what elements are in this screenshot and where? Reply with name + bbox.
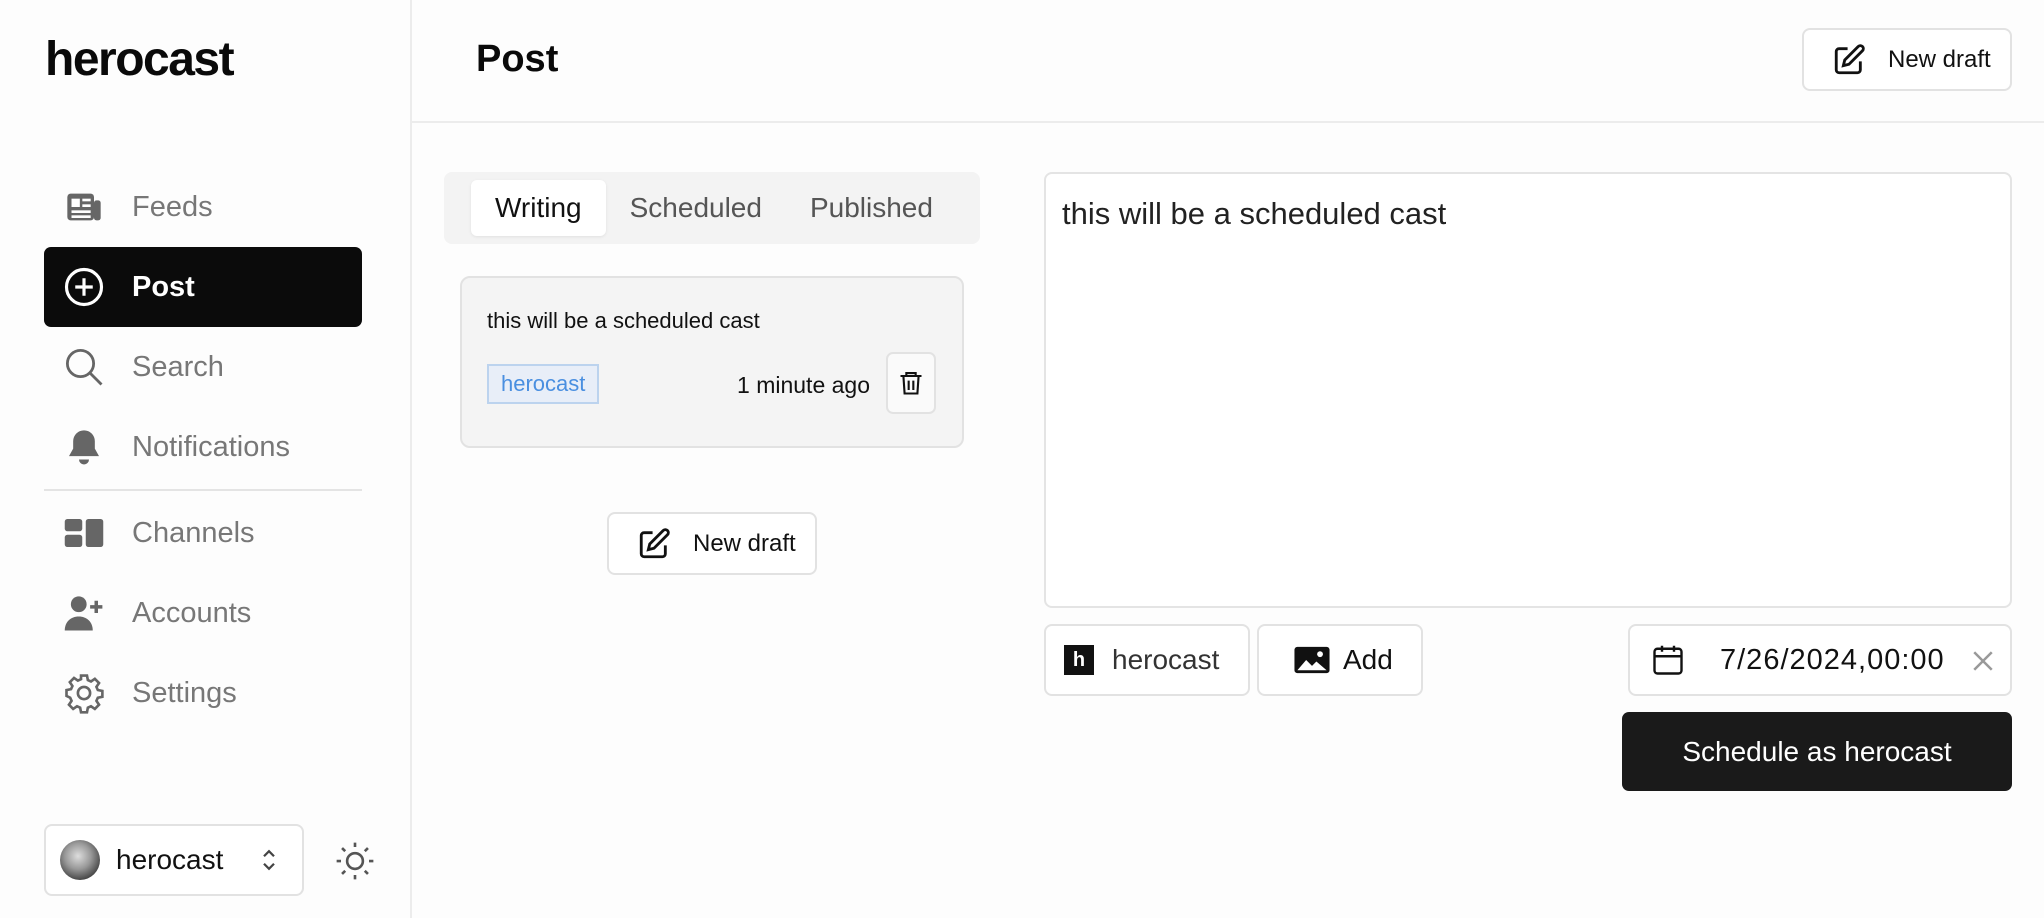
account-name: herocast — [116, 844, 224, 875]
app-root: herocast Feeds Post Search Notifications… — [0, 0, 2044, 918]
sidebar-item-post[interactable]: Post — [44, 247, 362, 327]
add-label: Add — [1343, 644, 1393, 675]
nav-divider — [44, 489, 362, 491]
sidebar-item-label: Search — [132, 350, 224, 383]
header-new-draft-button[interactable]: New draft — [1802, 28, 2012, 91]
sidebar-nav: Feeds Post Search Notifications Channels… — [44, 167, 362, 733]
sidebar-item-search[interactable]: Search — [44, 327, 362, 407]
tab-writing[interactable]: Writing — [471, 180, 606, 236]
search-icon — [62, 345, 106, 389]
trash-icon — [900, 372, 922, 395]
channel-name: herocast — [1112, 644, 1220, 675]
gear-icon — [62, 671, 106, 715]
tab-published[interactable]: Published — [786, 180, 957, 236]
plus-circle-icon — [62, 265, 106, 309]
user-plus-icon — [62, 591, 106, 635]
brand-logo[interactable]: herocast — [45, 32, 235, 87]
page-title: Post — [476, 38, 559, 80]
sidebar-item-label: Accounts — [132, 596, 252, 629]
sidebar-item-label: Channels — [132, 516, 255, 549]
sidebar-item-feeds[interactable]: Feeds — [44, 167, 362, 247]
page-header: Post New draft — [412, 0, 2044, 123]
draft-timestamp: 1 minute ago — [737, 372, 870, 398]
sun-icon[interactable] — [334, 840, 376, 882]
new-draft-label: New draft — [693, 529, 796, 557]
sidebar-item-label: Settings — [132, 676, 237, 709]
edit-icon — [1834, 43, 1865, 74]
sidebar-item-label: Feeds — [132, 190, 213, 223]
close-icon[interactable] — [1968, 646, 1998, 676]
avatar — [60, 840, 100, 880]
sidebar-item-label: Notifications — [132, 430, 290, 463]
sidebar-item-notifications[interactable]: Notifications — [44, 407, 362, 487]
new-draft-label: New draft — [1888, 45, 1991, 73]
draft-card[interactable]: this will be a scheduled cast herocast 1… — [460, 276, 964, 448]
sidebar-item-label: Post — [132, 270, 195, 303]
sidebar-item-accounts[interactable]: Accounts — [44, 573, 362, 653]
schedule-date-value: 7/26/2024,00:00 — [1720, 643, 1945, 676]
image-icon — [1294, 646, 1330, 674]
account-switcher[interactable]: herocast — [44, 824, 304, 896]
draft-text: this will be a scheduled cast — [487, 308, 760, 333]
delete-draft-button[interactable] — [886, 352, 936, 414]
edit-icon — [639, 527, 670, 558]
sidebar: herocast Feeds Post Search Notifications… — [0, 0, 412, 918]
cast-editor[interactable]: this will be a scheduled cast — [1044, 172, 2012, 608]
draft-channel-tag: herocast — [487, 364, 600, 404]
new-draft-button[interactable]: New draft — [607, 512, 817, 575]
channel-avatar: h — [1064, 645, 1094, 675]
sidebar-item-channels[interactable]: Channels — [44, 493, 362, 573]
tab-scheduled[interactable]: Scheduled — [606, 180, 786, 236]
channel-selector[interactable]: h herocast — [1044, 624, 1250, 696]
channels-icon — [62, 511, 106, 555]
bell-icon — [62, 425, 106, 469]
schedule-date-field[interactable]: 7/26/2024,00:00 — [1628, 624, 2012, 696]
sidebar-item-settings[interactable]: Settings — [44, 653, 362, 733]
draft-tabs: Writing Scheduled Published — [444, 172, 980, 244]
calendar-icon — [1653, 645, 1683, 675]
chevron-up-down-icon — [263, 849, 275, 871]
newspaper-icon — [62, 185, 106, 229]
add-media-button[interactable]: Add — [1257, 624, 1423, 696]
schedule-submit-button[interactable]: Schedule as herocast — [1622, 712, 2012, 791]
